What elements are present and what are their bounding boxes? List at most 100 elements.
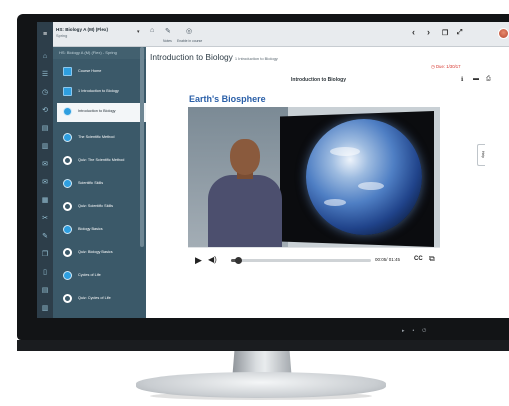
cloud-shape (358, 182, 384, 190)
sidebar-item-label: Quiz: Biology Basics (78, 250, 113, 254)
page-title-text: Introduction to Biology (150, 52, 233, 62)
sidebar-item-unit-1[interactable]: 1 Introduction to Biology (53, 83, 146, 102)
info-icon[interactable]: ℹ (461, 76, 463, 83)
volume-icon[interactable]: ◀) (208, 254, 217, 266)
sidebar-item-course-home[interactable]: Course Home (53, 63, 146, 82)
square-icon (63, 67, 72, 76)
announcement-icon[interactable]: ✉ (41, 161, 49, 169)
book-icon[interactable]: ▯ (41, 269, 49, 277)
home-icon[interactable]: ⌂ (41, 53, 49, 61)
mail-icon[interactable]: ✉ (41, 179, 49, 187)
clock-icon[interactable]: ◷ (41, 89, 49, 97)
cloud-shape (330, 147, 360, 156)
sidebar-item-label: Course Home (78, 69, 102, 73)
grades-icon[interactable]: ▤ (41, 125, 49, 133)
course-outline-sidebar: HS: Biology A (M) (Flex) - Spring Course… (53, 47, 146, 318)
notes-icon[interactable]: ✎ (165, 27, 171, 35)
monitor-power-icon[interactable]: ⏻ (422, 328, 426, 334)
icon-rail: ⌂ ☰ ◷ ⟲ ▤ ▥ ✉ ✉ ▦ ✂ ✎ ❐ ▯ ▤ ▥ (37, 47, 53, 318)
sidebar-item-scientific-method[interactable]: The Scientific Method (53, 129, 146, 148)
chart-icon[interactable]: ▥ (41, 143, 49, 151)
glossary-icon[interactable]: ▬ (473, 76, 479, 82)
sidebar-item-quiz-scientific-skills[interactable]: Quiz: Scientific Skills (53, 198, 146, 217)
sidebar-item-quiz-biology-basics[interactable]: Quiz: Biology Basics (53, 244, 146, 263)
captions-button[interactable]: CC (414, 256, 423, 262)
circle-icon (63, 107, 72, 116)
monitor-button-icon[interactable]: • (413, 328, 415, 334)
sidebar-item-label: 1 Introduction to Biology (78, 89, 119, 93)
due-date-text: Due: 1/30/17 (435, 64, 461, 69)
lesson-heading: Earth's Biosphere (189, 94, 266, 104)
avatar[interactable] (498, 28, 509, 39)
sidebar-item-label: Quiz: Scientific Skills (78, 204, 114, 208)
monitor-controls: ▸ • ⏻ (402, 328, 426, 334)
video-time: 00:05/ 01:45 (375, 257, 401, 262)
sidebar-item-quiz-cycles-of-life[interactable]: Quiz: Cycles of Life (53, 290, 146, 309)
sidebar-item-cycles-of-life[interactable]: Cycles of Life (53, 267, 146, 286)
seek-bar[interactable] (231, 257, 371, 264)
reports-icon[interactable]: ▥ (41, 305, 49, 313)
sidebar-item-label: Cycles of Life (78, 273, 101, 277)
monitor-chin (17, 340, 509, 351)
due-date: ◷ Due: 1/30/17 (431, 64, 461, 70)
video-player[interactable]: ▶ ◀) 00:05/ 01:45 CC ⧉ (188, 107, 440, 272)
history-icon[interactable]: ⟲ (41, 107, 49, 115)
bookmark-label: Enable in course (177, 39, 203, 43)
ring-icon (63, 294, 72, 303)
toggle-icon[interactable]: ◎ (186, 27, 192, 35)
monitor-stand-base (136, 372, 386, 398)
earth-globe-image (306, 119, 422, 235)
sidebar-item-label: Quiz: The Scientific Method (78, 158, 125, 162)
sidebar-header: HS: Biology A (M) (Flex) - Spring (53, 47, 146, 59)
edit-icon[interactable]: ✎ (41, 233, 49, 241)
print-icon[interactable]: ⎙ (486, 76, 491, 83)
video-controls: ▶ ◀) 00:05/ 01:45 CC ⧉ (188, 247, 440, 272)
sidebar-scrollbar[interactable] (140, 47, 144, 247)
ring-icon (63, 156, 72, 165)
presenter-shirt (208, 175, 282, 247)
sidebar-item-quiz-scientific-method[interactable]: Quiz: The Scientific Method (53, 152, 146, 171)
home-icon[interactable]: ⌂ (150, 27, 154, 34)
sidebar-item-label: The Scientific Method (78, 135, 115, 139)
monitor-scene: { "app": { "course_title": "HS: Biology … (0, 0, 509, 406)
breadcrumb[interactable]: 1 Introduction to Biology (235, 56, 278, 61)
play-icon[interactable]: ▶ (195, 254, 202, 266)
circle-icon (63, 225, 72, 234)
lesson-subtitle: Introduction to Biology (291, 77, 346, 83)
help-tab[interactable]: Help (477, 144, 485, 166)
sidebar-item-label: Quiz: Cycles of Life (78, 296, 111, 300)
chevron-right-icon[interactable]: › (427, 27, 430, 37)
chevron-left-icon[interactable]: ‹ (412, 27, 415, 37)
top-toolbar: ≡ HS: Biology A (M) (Flex) Spring ▾ ⌂ ✎ … (37, 22, 509, 47)
circle-icon (63, 133, 72, 142)
chevron-down-icon[interactable]: ▾ (137, 29, 140, 35)
sidebar-item-label: Introduction to Biology (78, 109, 116, 113)
cloud-shape (324, 199, 346, 206)
menu-icon[interactable]: ≡ (37, 22, 53, 47)
sidebar-item-label: Scientific Skills (78, 181, 104, 185)
gradebook-icon[interactable]: ▤ (41, 287, 49, 295)
circle-icon (63, 271, 72, 280)
ring-icon (63, 248, 72, 257)
copy-icon[interactable]: ❐ (442, 29, 448, 37)
layers-icon[interactable]: ☰ (41, 71, 49, 79)
sidebar-item-introduction[interactable]: Introduction to Biology (57, 103, 146, 122)
tools-icon[interactable]: ✂ (41, 215, 49, 223)
square-icon (63, 87, 72, 96)
course-term: Spring (56, 33, 68, 38)
sidebar-item-label: Biology Basics (78, 227, 103, 231)
expand-icon[interactable]: ⤢ (457, 29, 463, 37)
notes-label: Notes (163, 39, 172, 43)
popout-icon[interactable]: ⧉ (429, 254, 435, 264)
page-title: Introduction to Biology 1 Introduction to… (150, 52, 278, 62)
calendar-icon[interactable]: ▦ (41, 197, 49, 205)
circle-icon (63, 179, 72, 188)
seek-handle[interactable] (234, 257, 242, 264)
sidebar-item-scientific-skills[interactable]: Scientific Skills (53, 175, 146, 194)
sidebar-item-biology-basics[interactable]: Biology Basics (53, 221, 146, 240)
document-icon[interactable]: ❐ (41, 251, 49, 259)
monitor-button-icon[interactable]: ▸ (402, 328, 405, 334)
screen: ≡ HS: Biology A (M) (Flex) Spring ▾ ⌂ ✎ … (37, 22, 509, 318)
ring-icon (63, 202, 72, 211)
presenter-image (202, 137, 288, 247)
